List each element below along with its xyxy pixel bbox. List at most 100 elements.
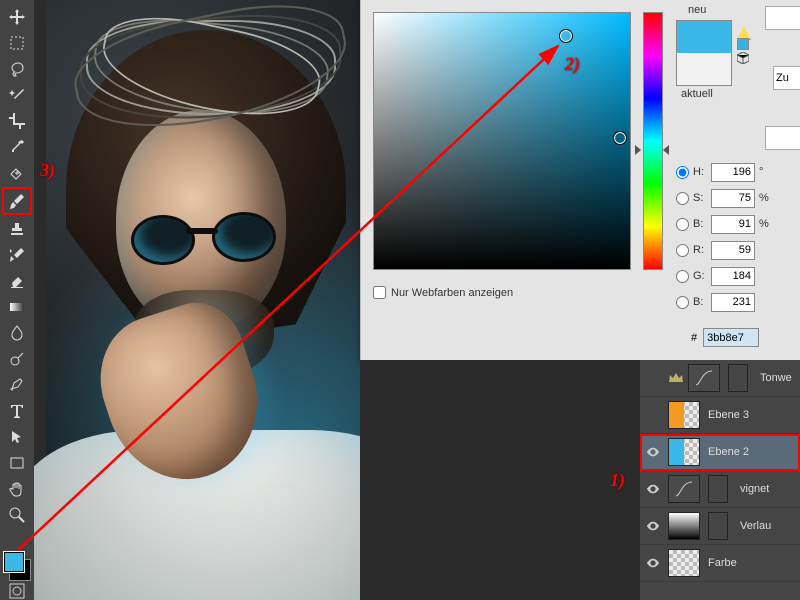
visibility-toggle[interactable] xyxy=(644,406,662,424)
layer-thumb-icon xyxy=(688,364,720,392)
label-bb: B: xyxy=(693,296,711,308)
tool-heal[interactable] xyxy=(4,161,30,185)
layer-row-tonwert[interactable]: Tonwe xyxy=(640,360,800,397)
hue-slider-handle[interactable] xyxy=(637,145,667,155)
row-bb: B: xyxy=(676,290,796,314)
radio-s[interactable] xyxy=(676,192,689,205)
tool-stamp[interactable] xyxy=(4,217,30,241)
visibility-toggle[interactable] xyxy=(644,554,662,572)
color-channel-fields: H: ° S: % B: % R: G: xyxy=(676,160,796,316)
webcolors-label: Nur Webfarben anzeigen xyxy=(391,287,513,299)
quickmask-icon[interactable] xyxy=(5,582,29,600)
hue-strip[interactable] xyxy=(643,12,663,270)
layer-name: Ebene 3 xyxy=(708,409,749,421)
input-s[interactable] xyxy=(711,189,755,208)
layer-mask-thumb xyxy=(708,475,728,503)
layer-mask-thumb xyxy=(708,512,728,540)
tool-gradient[interactable] xyxy=(4,295,30,319)
row-r: R: xyxy=(676,238,796,262)
layer-mask-thumb xyxy=(728,364,748,392)
tool-hand[interactable] xyxy=(4,477,30,501)
layer-thumb xyxy=(668,438,700,466)
input-h[interactable] xyxy=(711,163,755,182)
webcolors-checkbox[interactable]: Nur Webfarben anzeigen xyxy=(373,286,513,299)
sv-cursor-prev xyxy=(613,131,627,145)
input-hex[interactable] xyxy=(703,328,759,347)
gamut-suggested-swatch[interactable] xyxy=(737,38,749,50)
color-picker-dialog: neu aktuell Zu H: ° S: % B: % R: xyxy=(360,0,800,361)
visibility-toggle[interactable] xyxy=(644,517,662,535)
tool-lasso[interactable] xyxy=(4,57,30,81)
tool-type[interactable] xyxy=(4,399,30,423)
tool-move[interactable] xyxy=(4,5,30,29)
tool-pen[interactable] xyxy=(4,373,30,397)
layer-row-farbe[interactable]: Farbe xyxy=(640,545,800,582)
dialog-ok-button[interactable] xyxy=(765,6,800,30)
dialog-back-button[interactable]: Zu xyxy=(773,66,800,90)
preview-new xyxy=(677,21,731,53)
layer-row-vignette[interactable]: vignet xyxy=(640,471,800,508)
tool-shape[interactable] xyxy=(4,451,30,475)
row-s: S: % xyxy=(676,186,796,210)
tool-marquee[interactable] xyxy=(4,31,30,55)
unit-s: % xyxy=(759,192,773,204)
tool-wand[interactable] xyxy=(4,83,30,107)
tool-eyedropper[interactable] xyxy=(4,135,30,159)
layer-thumb xyxy=(668,512,700,540)
tool-path-select[interactable] xyxy=(4,425,30,449)
hex-row: # xyxy=(691,328,759,347)
tool-zoom[interactable] xyxy=(4,503,30,527)
tool-crop[interactable] xyxy=(4,109,30,133)
foreground-swatch[interactable] xyxy=(4,552,24,572)
document-canvas[interactable] xyxy=(34,0,360,600)
radio-g[interactable] xyxy=(676,270,689,283)
input-g[interactable] xyxy=(711,267,755,286)
tool-blur[interactable] xyxy=(4,321,30,345)
visibility-toggle[interactable] xyxy=(644,443,662,461)
layer-thumb xyxy=(668,401,700,429)
visibility-toggle[interactable] xyxy=(644,369,662,387)
layer-name: Ebene 2 xyxy=(708,446,749,458)
visibility-toggle[interactable] xyxy=(644,480,662,498)
layer-thumb xyxy=(668,549,700,577)
radio-h[interactable] xyxy=(676,166,689,179)
preview-current xyxy=(677,53,731,85)
layer-row-ebene3[interactable]: Ebene 3 xyxy=(640,397,800,434)
radio-bb[interactable] xyxy=(676,296,689,309)
label-h: H: xyxy=(693,166,711,178)
portrait-image xyxy=(46,0,360,600)
color-swatches[interactable] xyxy=(4,552,30,580)
tool-eraser[interactable] xyxy=(4,269,30,293)
tool-history-brush[interactable] xyxy=(4,243,30,267)
saturation-value-field[interactable] xyxy=(373,12,631,270)
input-r[interactable] xyxy=(711,241,755,260)
websafe-cube-icon[interactable] xyxy=(737,52,749,64)
webcolors-check[interactable] xyxy=(373,286,386,299)
row-g: G: xyxy=(676,264,796,288)
row-h: H: ° xyxy=(676,160,796,184)
unit-h: ° xyxy=(759,166,773,178)
label-g: G: xyxy=(693,270,711,282)
row-bv: B: % xyxy=(676,212,796,236)
input-bv[interactable] xyxy=(711,215,755,234)
layer-name: Tonwe xyxy=(760,372,792,384)
radio-bv[interactable] xyxy=(676,218,689,231)
layer-name: Verlau xyxy=(740,520,771,532)
dialog-extra-button[interactable] xyxy=(765,126,800,150)
color-preview xyxy=(676,20,732,86)
crown-icon xyxy=(668,372,684,384)
radio-r[interactable] xyxy=(676,244,689,257)
label-new: neu xyxy=(688,4,706,16)
input-bb[interactable] xyxy=(711,293,755,312)
layer-name: vignet xyxy=(740,483,769,495)
unit-bv: % xyxy=(759,218,773,230)
tool-dodge[interactable] xyxy=(4,347,30,371)
layer-row-verlauf[interactable]: Verlau xyxy=(640,508,800,545)
tool-brush[interactable] xyxy=(2,187,32,215)
label-bv: B: xyxy=(693,218,711,230)
layer-name: Farbe xyxy=(708,557,737,569)
layer-row-ebene2[interactable]: Ebene 2 xyxy=(640,434,800,471)
layers-panel: Tonwe Ebene 3 Ebene 2 vignet Verlau Farb… xyxy=(640,360,800,600)
tool-toolbar xyxy=(0,0,34,600)
sv-cursor-main xyxy=(559,29,573,43)
